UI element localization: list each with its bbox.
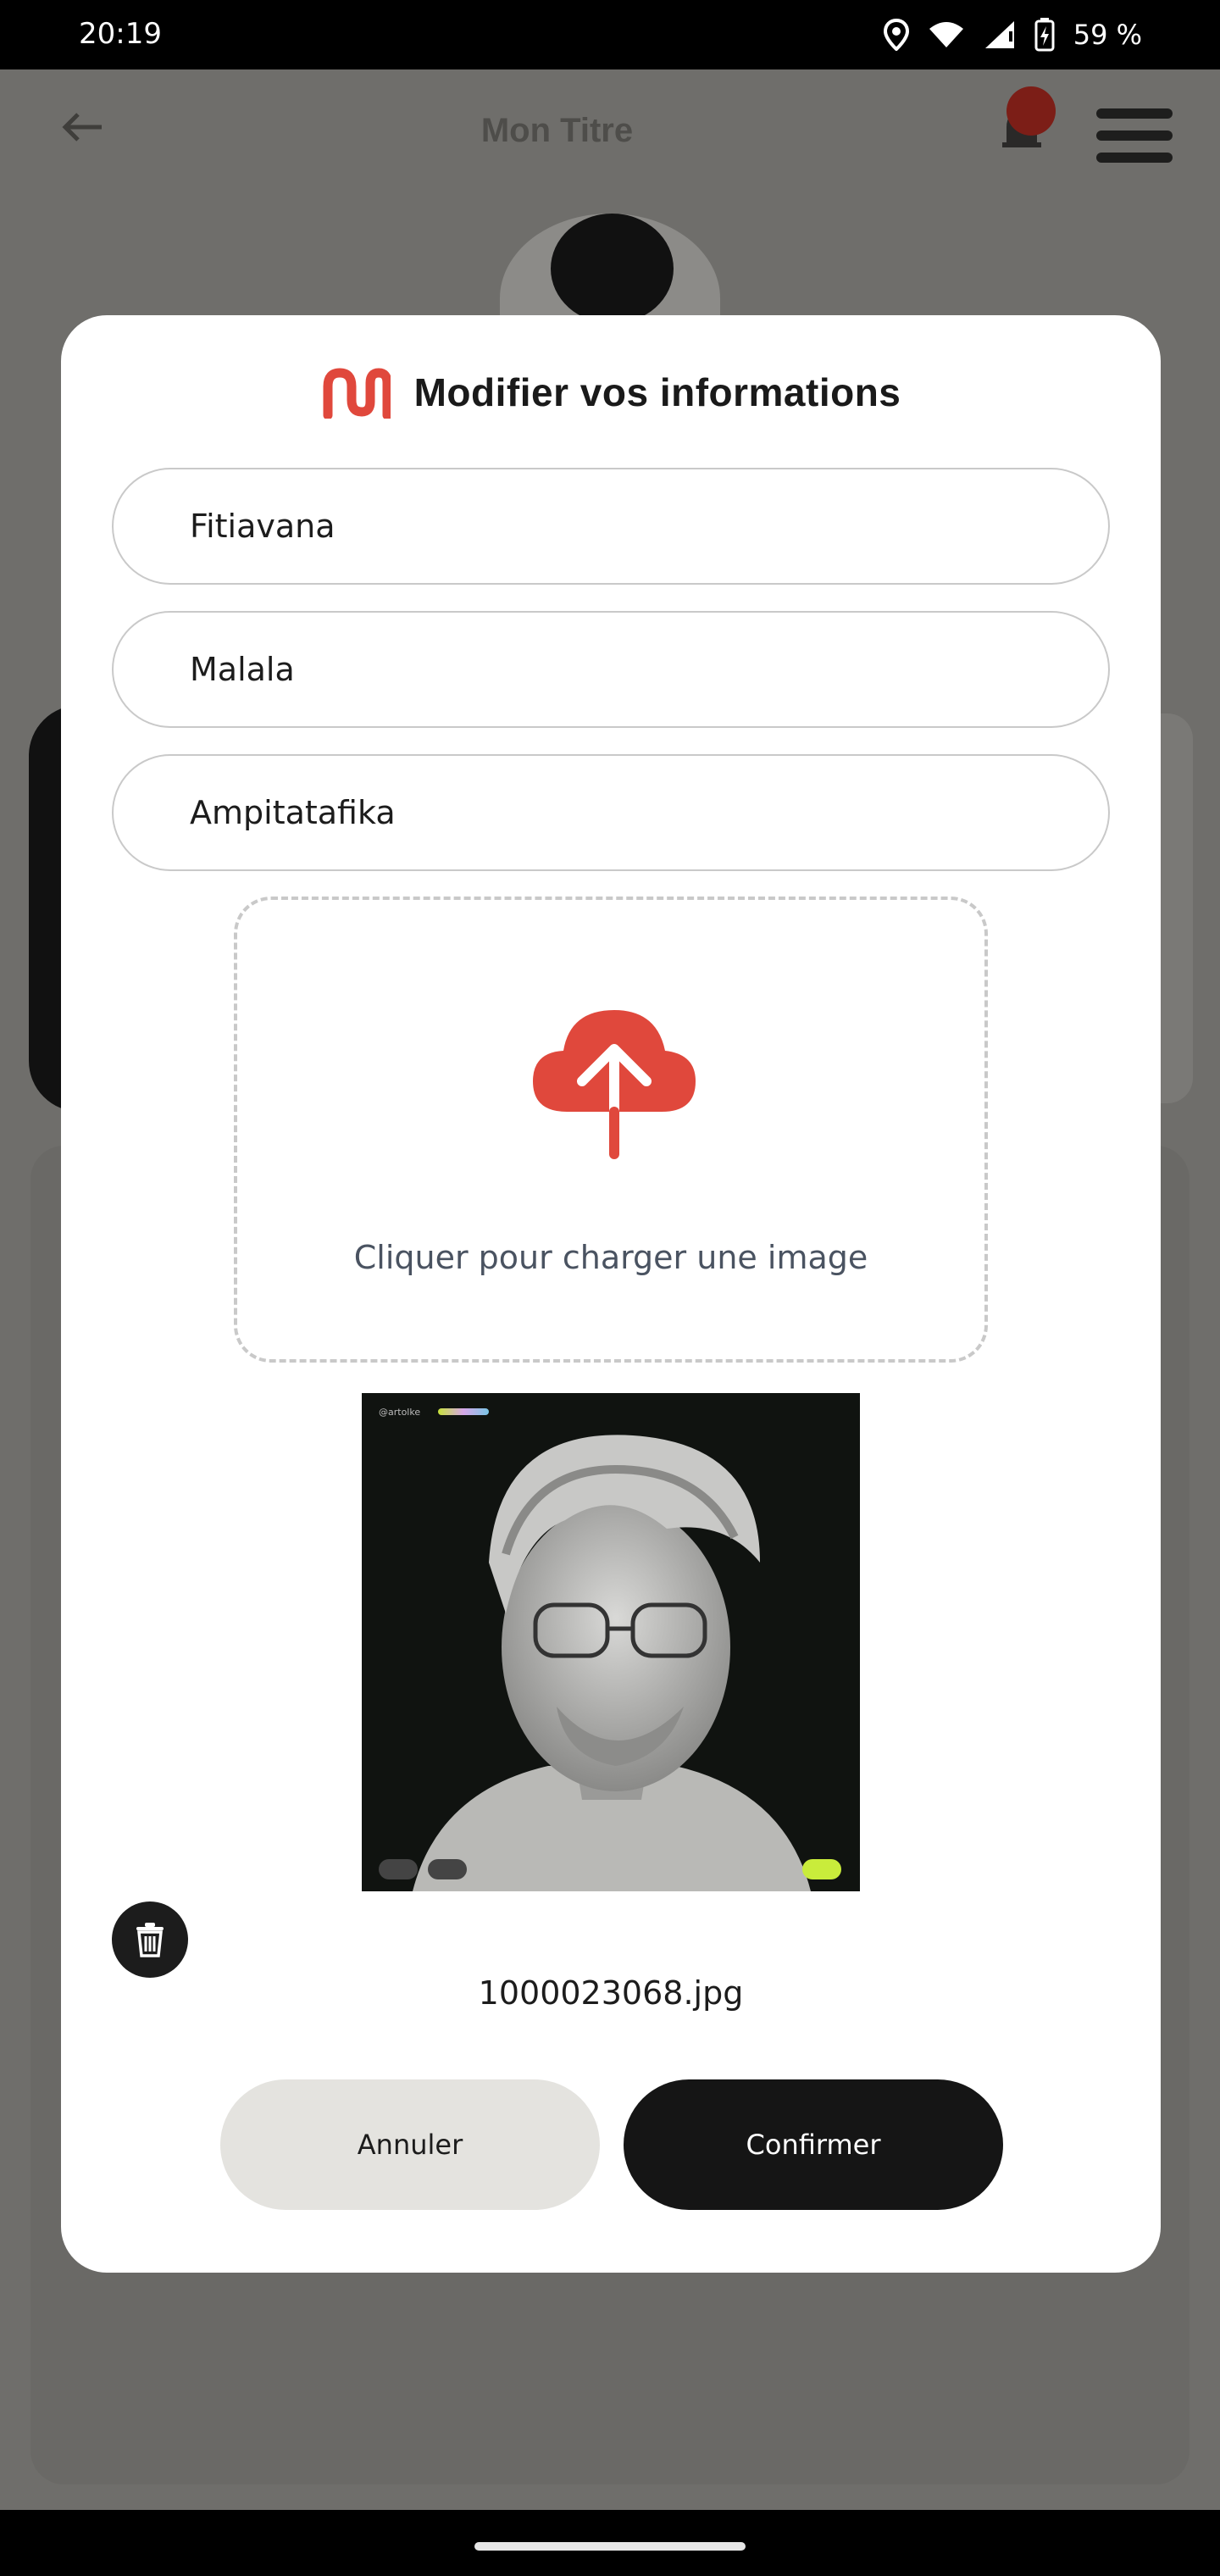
upload-label: Cliquer pour charger une image <box>353 1239 868 1276</box>
battery-percent: 59 % <box>1073 19 1142 51</box>
address-input[interactable] <box>112 754 1110 871</box>
edit-info-modal: Modifier vos informations Cliquer pour c… <box>61 315 1161 2273</box>
image-preview: @artolke <box>362 1393 860 1891</box>
status-time: 20:19 <box>79 17 162 51</box>
cancel-button[interactable]: Annuler <box>220 2079 600 2210</box>
brand-logo-icon <box>323 368 391 419</box>
last-name-input[interactable] <box>112 611 1110 728</box>
battery-charging-icon <box>1034 18 1055 52</box>
background-title: Mon Titre <box>480 112 634 149</box>
portrait-photo <box>413 1435 811 1891</box>
image-upload-dropzone[interactable]: Cliquer pour charger une image <box>234 897 988 1363</box>
modal-title: Modifier vos informations <box>413 370 901 414</box>
trash-icon <box>136 1923 164 1957</box>
delete-image-button[interactable] <box>112 1901 188 1978</box>
preview-overlay-pill <box>428 1859 467 1879</box>
cloud-upload-icon <box>533 1010 696 1159</box>
status-icons: 59 % <box>883 14 1142 56</box>
background-avatar <box>551 214 674 324</box>
image-filename: 1000023068.jpg <box>478 1974 744 2012</box>
first-name-input[interactable] <box>112 468 1110 585</box>
preview-overlay-pill <box>379 1859 418 1879</box>
home-gesture-handle[interactable] <box>474 2542 746 2551</box>
preview-overlay-pill <box>802 1859 841 1879</box>
modal-header: Modifier vos informations <box>61 363 1161 422</box>
menu-icon <box>1096 108 1173 163</box>
signal-icon <box>984 21 1014 48</box>
system-nav-bar <box>0 2510 1220 2576</box>
notification-badge <box>1006 86 1056 136</box>
wifi-icon <box>929 22 963 47</box>
location-icon <box>883 19 909 51</box>
confirm-button[interactable]: Confirmer <box>624 2079 1003 2210</box>
status-bar: 20:19 59 % <box>0 0 1220 69</box>
